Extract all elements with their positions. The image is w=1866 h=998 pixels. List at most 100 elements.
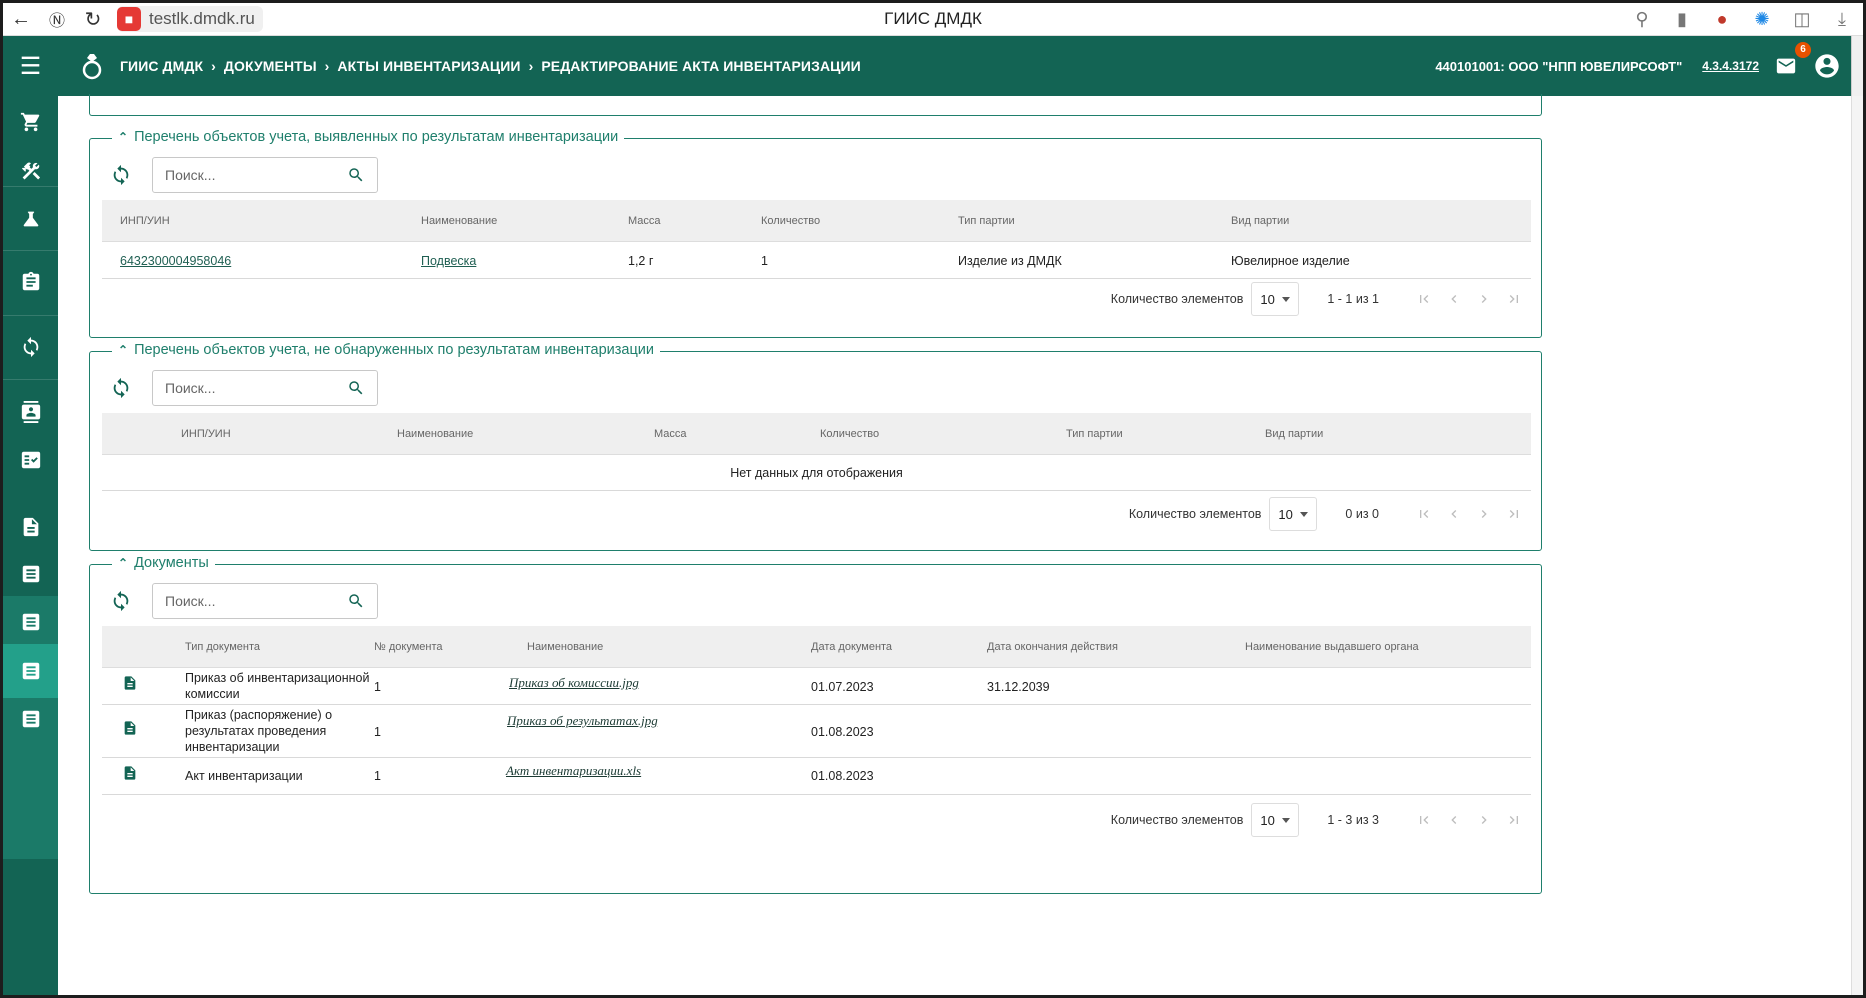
column-header[interactable]: Вид партии [1231,200,1289,242]
page-size-select[interactable]: 10 [1269,497,1318,531]
chevron-up-icon[interactable]: ⌃ [118,343,128,357]
table-row[interactable]: 6432300004958046 Подвеска 1,2 г 1 Издели… [102,242,1531,279]
column-header[interactable]: Тип партии [958,200,1015,242]
next-page-button[interactable] [1469,805,1499,835]
column-header[interactable]: ИНП/УИН [181,413,231,455]
yandex-icon[interactable]: Ⓝ [39,3,75,36]
first-page-button[interactable] [1409,805,1439,835]
breadcrumb-item[interactable]: ДОКУМЕНТЫ [224,58,317,74]
breadcrumb-item[interactable]: ГИИС ДМДК [120,58,203,74]
breadcrumb: ГИИС ДМДК › ДОКУМЕНТЫ › АКТЫ ИНВЕНТАРИЗА… [120,58,861,74]
page-scrollbar[interactable] [1851,96,1863,995]
column-header[interactable]: № документа [374,626,443,668]
search-input[interactable]: Поиск... [152,583,378,619]
search-input[interactable]: Поиск... [152,370,378,406]
sidebar-item-lab[interactable] [3,193,58,245]
column-header[interactable]: Дата окончания действия [987,626,1118,668]
download-icon[interactable]: ⤓ [1829,9,1855,30]
uin-link[interactable]: 6432300004958046 [120,254,231,268]
name-link[interactable]: Подвеска [421,254,476,268]
paginator: Количество элементов 10 1 - 1 из 1 [1111,281,1529,317]
not-found-table: ИНП/УИН Наименование Масса Количество Ти… [102,413,1531,491]
last-page-button[interactable] [1499,284,1529,314]
panel-toolbar: Поиск... [108,370,378,406]
refresh-button[interactable] [108,162,134,188]
hamburger-menu-icon[interactable]: ☰ [3,36,58,96]
sidebar-item-documents[interactable] [3,501,58,553]
column-header[interactable]: Количество [820,413,879,455]
page-size-label: Количество элементов [1110,813,1244,827]
next-page-button[interactable] [1469,499,1499,529]
page-size-value: 10 [1260,812,1275,828]
table-row[interactable]: Акт инвентаризации 1 Акт инвентаризации.… [102,758,1531,795]
refresh-button[interactable] [108,375,134,401]
sidebar-item-sync[interactable] [3,321,58,373]
table-row[interactable]: Приказ (распоряжение) о результатах прове… [102,705,1531,758]
chevron-up-icon[interactable]: ⌃ [118,556,128,570]
file-icon[interactable] [122,674,138,697]
file-link[interactable]: Приказ об комиссии.jpg [509,675,639,691]
last-page-button[interactable] [1499,499,1529,529]
table-row[interactable]: Приказ об инвентаризационной комиссии 1 П… [102,668,1531,705]
sidebar-item-list-1[interactable] [3,548,58,600]
search-input[interactable]: Поиск... [152,157,378,193]
last-page-button[interactable] [1499,805,1529,835]
column-header[interactable]: Количество [761,200,820,242]
search-icon [349,168,363,182]
sidebar-item-tools[interactable] [3,145,58,197]
sidebar-item-clipboard[interactable] [3,256,58,308]
breadcrumb-item[interactable]: АКТЫ ИНВЕНТАРИЗАЦИИ [337,58,520,74]
next-page-button[interactable] [1469,284,1499,314]
file-icon[interactable] [122,764,138,787]
first-page-button[interactable] [1409,284,1439,314]
panel-header[interactable]: ⌃ Документы [112,555,215,571]
back-icon[interactable]: ← [3,3,39,36]
bookmark-icon[interactable]: ▮ [1669,9,1695,30]
last-page-icon [1509,816,1518,824]
panel-header[interactable]: ⌃ Перечень объектов учета, выявленных по… [112,129,625,145]
column-header[interactable]: Масса [628,200,661,242]
document-icon [23,517,38,537]
address-bar[interactable]: ■ testlk.dmdk.ru [117,6,263,32]
panel-title: Перечень объектов учета, не обнаруженных… [134,342,654,358]
search-page-icon[interactable]: ⚲ [1629,9,1655,30]
file-link[interactable]: Приказ об результатах.jpg [507,713,658,729]
column-header[interactable]: Дата документа [811,626,892,668]
column-header[interactable]: Наименование выдавшего органа [1245,626,1419,668]
extension-icon[interactable]: ✺ [1749,9,1775,30]
column-header[interactable]: Масса [654,413,687,455]
page-size-select[interactable]: 10 [1251,803,1300,837]
sidebar-item-list-3[interactable] [3,644,58,698]
collections-icon[interactable]: ◫ [1789,9,1815,30]
sidebar-item-contacts[interactable] [3,386,58,438]
prev-page-button[interactable] [1439,284,1469,314]
column-header[interactable]: Тип документа [185,626,260,668]
sidebar-item-checklist[interactable] [3,434,58,486]
column-header[interactable]: Наименование [527,626,603,668]
prev-page-button[interactable] [1439,499,1469,529]
account-icon[interactable] [1813,52,1841,80]
page-size-select[interactable]: 10 [1251,282,1300,316]
column-header[interactable]: Наименование [397,413,473,455]
prev-page-button[interactable] [1439,805,1469,835]
column-header[interactable]: Тип партии [1066,413,1123,455]
mail-button[interactable]: 6 [1775,42,1811,80]
refresh-button[interactable] [108,588,134,614]
organization-name[interactable]: 440101001: ООО "НПП ЮВЕЛИРСОФТ" [1435,59,1682,74]
reload-icon[interactable]: ↻ [75,3,111,36]
version-link[interactable]: 4.3.4.3172 [1702,59,1759,73]
file-link[interactable]: Акт инвентаризации.xls [506,763,641,779]
sidebar-item-list-4[interactable] [3,693,58,745]
panel-header[interactable]: ⌃ Перечень объектов учета, не обнаруженн… [112,342,660,358]
sidebar-item-cart[interactable] [3,96,58,148]
column-header[interactable]: Вид партии [1265,413,1323,455]
column-header[interactable]: Наименование [421,200,497,242]
doc-type-cell: Приказ (распоряжение) о результатах прове… [185,707,332,755]
sync-icon [113,377,129,399]
chevron-up-icon[interactable]: ⌃ [118,130,128,144]
column-header[interactable]: ИНП/УИН [120,200,170,242]
first-page-button[interactable] [1409,499,1439,529]
sidebar-item-list-2[interactable] [3,596,58,648]
extension-icon[interactable]: ● [1709,9,1735,30]
file-icon[interactable] [122,719,138,742]
